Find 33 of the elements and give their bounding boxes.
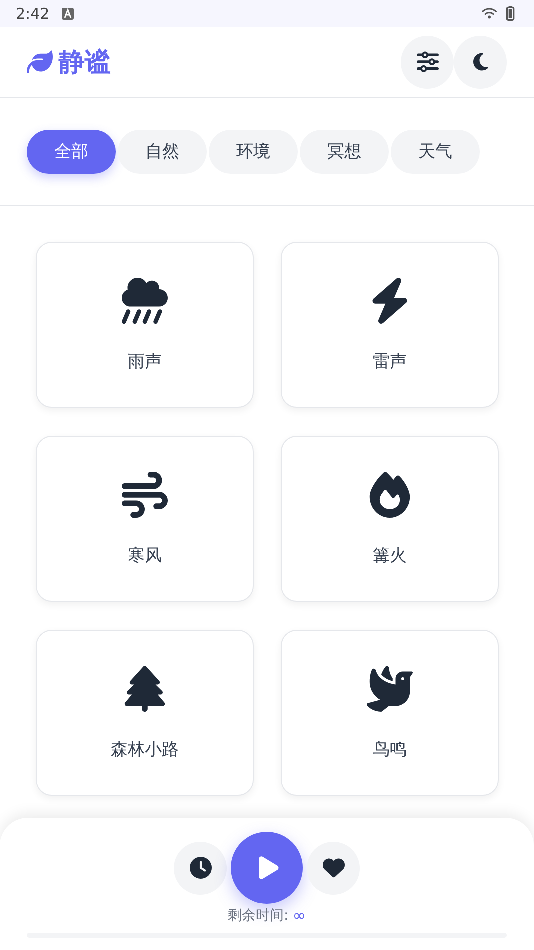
category-tab[interactable]: 冥想 <box>300 130 389 174</box>
category-tab[interactable]: 自然 <box>118 130 207 174</box>
sound-card[interactable]: 鸟鸣 <box>281 630 499 796</box>
app-title: 静谧 <box>59 46 111 80</box>
category-tab[interactable]: 环境 <box>209 130 298 174</box>
sound-card[interactable]: 雨声 <box>36 242 254 408</box>
sound-name: 森林小路 <box>111 738 179 760</box>
sound-card[interactable]: 篝火 <box>281 436 499 602</box>
tree-icon <box>122 666 168 712</box>
leaf-logo-icon <box>27 49 53 75</box>
sound-name: 雨声 <box>128 350 162 372</box>
category-tab[interactable]: 全部 <box>27 130 116 174</box>
wifi-icon <box>482 6 497 21</box>
category-tab[interactable]: 天气 <box>391 130 480 174</box>
sound-card[interactable]: 寒风 <box>36 436 254 602</box>
status-time: 2:42 <box>16 4 50 22</box>
sliders-icon <box>416 51 438 73</box>
flame-icon <box>367 472 413 518</box>
remaining-time-value: ∞ <box>292 906 306 925</box>
notification-icon <box>62 8 74 20</box>
clock-icon <box>190 857 212 879</box>
heart-icon <box>322 857 344 879</box>
sound-card[interactable]: 森林小路 <box>36 630 254 796</box>
remaining-time-label: 剩余时间: <box>228 906 289 924</box>
rain-cloud-icon <box>122 278 168 324</box>
sound-name: 篝火 <box>373 544 407 566</box>
sound-card[interactable]: 雷声 <box>281 242 499 408</box>
bird-icon <box>367 666 413 712</box>
moon-icon <box>470 52 490 72</box>
wind-icon <box>122 472 168 518</box>
sound-name: 鸟鸣 <box>373 738 407 760</box>
sound-name: 寒风 <box>128 544 162 566</box>
sound-name: 雷声 <box>373 350 407 372</box>
